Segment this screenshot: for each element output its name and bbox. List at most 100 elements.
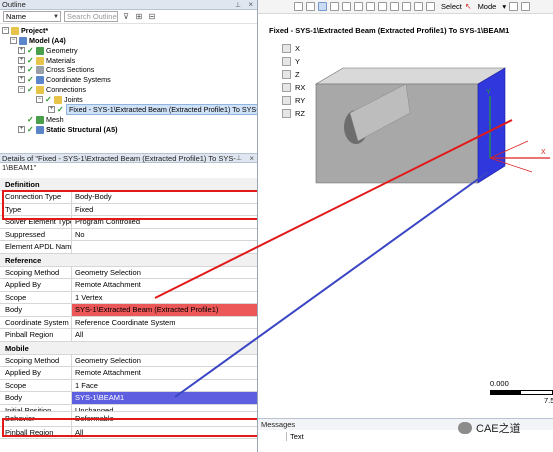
collapse-icon[interactable]: − — [2, 27, 9, 34]
detail-value-highlight-red[interactable]: SYS-1\Extracted Beam (Extracted Profile1… — [72, 304, 257, 316]
detail-value[interactable]: 1 Face — [72, 380, 257, 392]
detail-row-scope[interactable]: Scope 1 Vertex — [0, 291, 257, 304]
detail-key: Scoping Method — [0, 266, 72, 278]
axis-x-label: X — [541, 149, 546, 156]
tree-item-geometry[interactable]: + ✓ Geometry — [18, 46, 78, 55]
detail-row-initial-position[interactable]: Initial Position Unchanged — [0, 404, 257, 412]
close-icon[interactable]: × — [248, 0, 253, 10]
model-icon — [19, 36, 27, 45]
axis-y-label: Y — [486, 89, 491, 96]
detail-row-suppressed[interactable]: Suppressed No — [0, 228, 257, 241]
detail-value[interactable]: Remote Attachment — [72, 279, 257, 291]
pin-icon[interactable]: ⊥ — [236, 154, 242, 163]
detail-row-scoping-method[interactable]: Scoping Method Geometry Selection — [0, 266, 257, 279]
detail-value-highlight-blue[interactable]: SYS-1\BEAM1 — [72, 392, 257, 404]
expand-all-icon[interactable]: ⊞ — [134, 12, 144, 22]
beam-end-face — [477, 67, 506, 184]
watermark-text: CAE之道 — [476, 423, 521, 435]
left-panel: Outline ⊥ × Name ▼ Search Outline ⊽ ⊞ ⊟ … — [0, 0, 258, 452]
scale-zero-label: 0.000 — [490, 379, 509, 388]
expand-icon[interactable]: + — [18, 47, 25, 54]
expand-icon[interactable]: + — [48, 106, 55, 113]
annotation-box-connection-type — [2, 190, 257, 220]
tree-item-connections[interactable]: − ✓ Connections — [18, 85, 86, 94]
detail-key: Applied By — [0, 367, 72, 379]
detail-key: Scope — [0, 291, 72, 303]
tree-item-fixed-joint[interactable]: + ✓ Fixed - SYS-1\Extracted Beam (Extrac… — [48, 104, 257, 115]
detail-key: Scope — [0, 379, 72, 391]
detail-value[interactable]: All — [72, 329, 257, 341]
check-icon: ✓ — [27, 75, 34, 84]
detail-value[interactable]: Remote Attachment — [72, 367, 257, 379]
tree-item-cross-sections[interactable]: + ✓ Cross Sections — [18, 65, 94, 74]
detail-key: Body — [0, 392, 72, 404]
watermark: CAE之道 — [458, 420, 521, 436]
section-mobile[interactable]: Mobile — [0, 341, 257, 355]
outline-title-bar: Outline ⊥ × — [0, 0, 257, 10]
project-icon — [11, 26, 19, 35]
detail-row-body-mobile[interactable]: Body SYS-1\BEAM1 — [0, 392, 257, 405]
detail-value[interactable]: Reference Coordinate System — [72, 317, 257, 329]
chevron-down-icon: ▼ — [53, 14, 59, 20]
detail-row-element-apdl-name[interactable]: Element APDL Name — [0, 241, 257, 254]
tree-item-joints[interactable]: − ✓ Joints — [36, 95, 83, 104]
detail-value[interactable]: Geometry Selection — [72, 267, 257, 279]
geometry-icon — [36, 46, 44, 55]
mesh-icon — [36, 115, 44, 124]
tree-label: Mesh — [46, 115, 64, 124]
tree-label-selected: Fixed - SYS-1\Extracted Beam (Extracted … — [66, 104, 257, 115]
expand-icon[interactable]: + — [18, 66, 25, 73]
expand-icon[interactable]: + — [18, 126, 25, 133]
tree-item-model[interactable]: − Model (A4) — [10, 36, 66, 45]
detail-row-body-reference[interactable]: Body SYS-1\Extracted Beam (Extracted Prof… — [0, 304, 257, 317]
detail-row-coordinate-system[interactable]: Coordinate System Reference Coordinate Sy… — [0, 316, 257, 329]
expand-icon[interactable]: + — [18, 57, 25, 64]
cross-sections-icon — [36, 65, 44, 74]
tree-item-coordinate-systems[interactable]: + ✓ Coordinate Systems — [18, 75, 111, 84]
detail-row-applied-by[interactable]: Applied By Remote Attachment — [0, 367, 257, 380]
filter-icon[interactable]: ⊽ — [121, 12, 131, 22]
detail-key: Element APDL Name — [0, 241, 72, 253]
outline-tree: − Project* − Model (A4) + ✓ Geometry + ✓… — [0, 24, 257, 152]
outline-filter-select[interactable]: Name ▼ — [3, 11, 61, 22]
messages-column-text[interactable]: Text — [286, 432, 304, 441]
materials-icon — [36, 56, 44, 65]
tree-label: Cross Sections — [46, 65, 95, 74]
check-icon: ✓ — [45, 95, 52, 104]
detail-value[interactable] — [72, 241, 257, 253]
expand-icon[interactable]: + — [18, 76, 25, 83]
detail-row-applied-by[interactable]: Applied By Remote Attachment — [0, 279, 257, 292]
detail-key: Scoping Method — [0, 354, 72, 366]
beam-top-face — [314, 67, 507, 85]
outline-search-input[interactable]: Search Outline — [64, 11, 118, 22]
detail-key: Applied By — [0, 279, 72, 291]
collapse-icon[interactable]: − — [36, 96, 43, 103]
collapse-all-icon[interactable]: ⊟ — [147, 12, 157, 22]
check-icon: ✓ — [57, 105, 64, 114]
analysis-icon — [36, 125, 44, 134]
tree-item-static-structural[interactable]: + ✓ Static Structural (A5) — [18, 125, 118, 134]
detail-value[interactable]: Geometry Selection — [72, 355, 257, 367]
section-reference[interactable]: Reference — [0, 253, 257, 267]
tree-item-mesh[interactable]: ✓ Mesh — [18, 115, 64, 124]
tree-item-project[interactable]: − Project* — [2, 26, 48, 35]
detail-row-pinball-region[interactable]: Pinball Region All — [0, 329, 257, 342]
collapse-icon[interactable]: − — [10, 37, 17, 44]
detail-key: Body — [0, 304, 72, 316]
close-icon[interactable]: × — [249, 154, 254, 163]
tree-item-materials[interactable]: + ✓ Materials — [18, 56, 75, 65]
detail-value[interactable]: No — [72, 229, 257, 241]
tree-label: Connections — [46, 85, 86, 94]
detail-row-scope[interactable]: Scope 1 Face — [0, 379, 257, 392]
tree-label: Materials — [46, 56, 76, 65]
collapse-icon[interactable]: − — [18, 86, 25, 93]
annotation-box-behavior — [2, 418, 257, 437]
tree-label: Joints — [64, 95, 83, 104]
detail-value[interactable]: Unchanged — [72, 405, 257, 411]
check-icon: ✓ — [27, 115, 34, 124]
details-title: Details of "Fixed - SYS-1\Extracted Beam… — [2, 154, 236, 172]
tree-label: Geometry — [46, 46, 78, 55]
detail-row-scoping-method[interactable]: Scoping Method Geometry Selection — [0, 354, 257, 367]
detail-value[interactable]: 1 Vertex — [72, 292, 257, 304]
pin-icon[interactable]: ⊥ — [235, 1, 241, 11]
